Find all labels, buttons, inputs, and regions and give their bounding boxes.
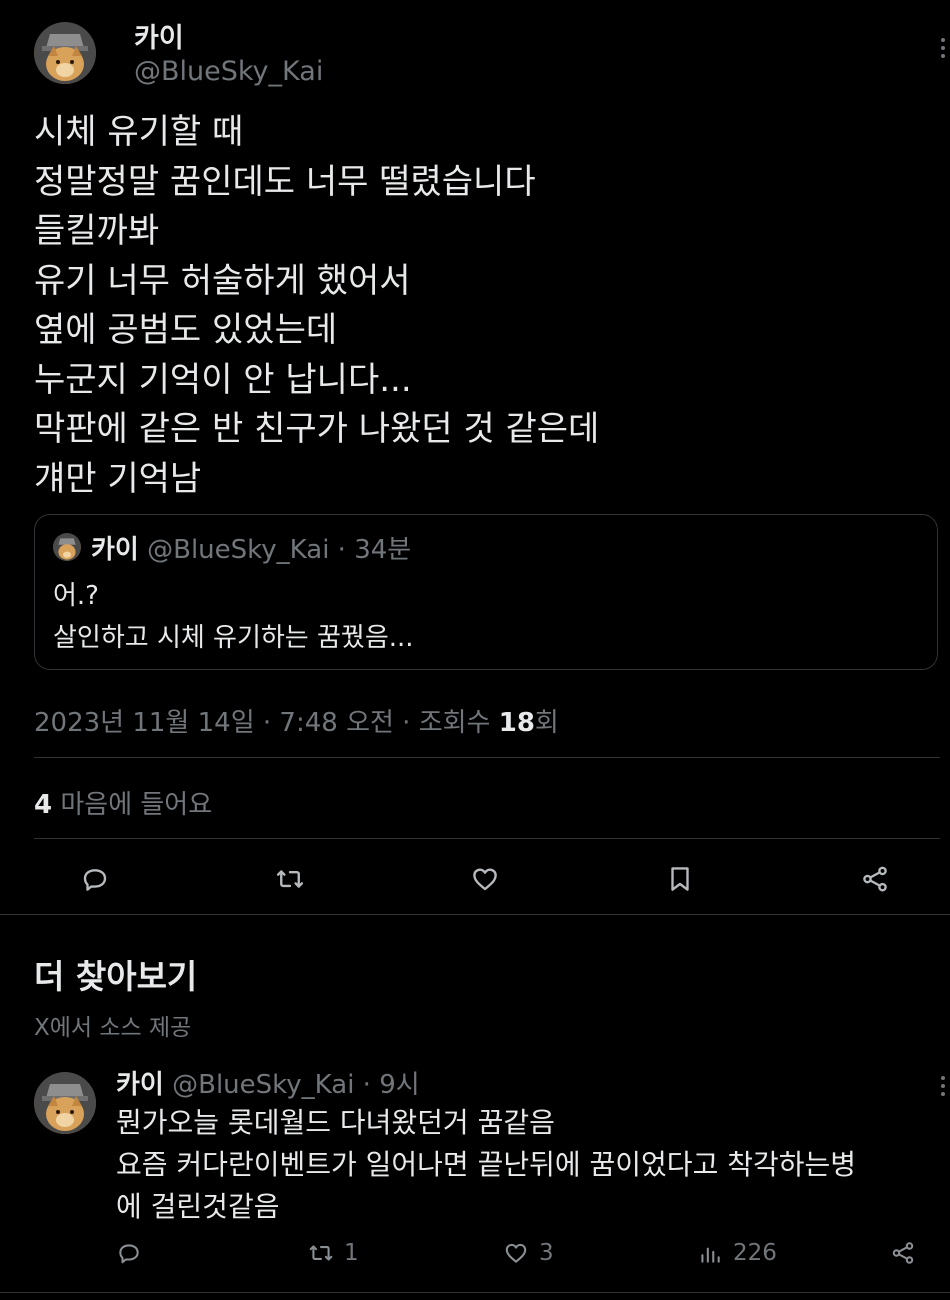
quote-text: 어.? 살인하고 시체 유기하는 꿈꿨음... bbox=[53, 575, 414, 659]
tweet-detail-page: 카이 @BlueSky_Kai 시체 유기할 때 정말정말 꿈인데도 너무 떨렸… bbox=[0, 0, 950, 1300]
tweet-text-line: 들킬까봐 bbox=[34, 211, 160, 251]
view-count: 226 bbox=[733, 1240, 777, 1266]
heart-icon[interactable] bbox=[468, 862, 502, 896]
tweet-text-line: 옆에 공범도 있었는데 bbox=[34, 310, 338, 350]
quote-header: 카이 @BlueSky_Kai · 34분 bbox=[91, 529, 411, 566]
quote-text-line: 살인하고 시체 유기하는 꿈꿨음... bbox=[53, 623, 414, 653]
recommended-meta: @BlueSky_Kai · 9시 bbox=[163, 1070, 420, 1100]
tweet-text-line: 누군지 기억이 안 납니다... bbox=[34, 359, 412, 400]
likes-count: 4 bbox=[34, 790, 53, 820]
divider bbox=[34, 838, 940, 839]
like-count: 3 bbox=[539, 1240, 554, 1266]
recommended-tweet-text: 뭔가오늘 롯데월드 다녀왔던거 꿈같음 요즘 커다란이벤트가 일어나면 끝난뒤에… bbox=[116, 1102, 946, 1228]
share-button[interactable] bbox=[890, 1240, 916, 1266]
share-icon[interactable] bbox=[858, 862, 892, 896]
tweet-text: 시체 유기할 때 정말정말 꿈인데도 너무 떨렸습니다 들킬까봐 유기 너무 허… bbox=[34, 108, 934, 504]
quote-text-line: 어.? bbox=[53, 581, 99, 611]
bookmark-icon[interactable] bbox=[663, 862, 697, 896]
view-count: 18 bbox=[498, 708, 535, 738]
quoted-tweet[interactable]: 카이 @BlueSky_Kai · 34분 어.? 살인하고 시체 유기하는 꿈… bbox=[34, 514, 938, 670]
like-button[interactable]: 3 bbox=[503, 1240, 554, 1266]
heart-icon bbox=[505, 1243, 527, 1263]
section-separator bbox=[0, 914, 950, 915]
quote-avatar bbox=[53, 533, 81, 561]
recommended-tweet-header[interactable]: 카이 @BlueSky_Kai · 9시 bbox=[116, 1064, 420, 1101]
tweet-text-line: 시체 유기할 때 bbox=[34, 112, 244, 152]
more-icon[interactable] bbox=[940, 1076, 946, 1096]
discover-more-title: 더 찾아보기 bbox=[34, 957, 198, 996]
tweet-action-bar bbox=[0, 852, 950, 904]
reply-button[interactable] bbox=[116, 1240, 142, 1266]
likes-label: 마음에 들어요 bbox=[52, 790, 213, 820]
recommended-author-name: 카이 bbox=[116, 1070, 164, 1100]
retweet-button[interactable]: 1 bbox=[308, 1240, 359, 1266]
views-button[interactable]: 226 bbox=[697, 1240, 777, 1266]
author-handle[interactable]: @BlueSky_Kai bbox=[134, 56, 323, 87]
retweet-count: 1 bbox=[344, 1240, 359, 1266]
reply-icon bbox=[119, 1244, 139, 1264]
reply-icon[interactable] bbox=[78, 862, 112, 896]
recommended-action-bar: 1 3 226 bbox=[0, 1236, 950, 1276]
tweet-text-line: 유기 너무 허술하게 했어서 bbox=[34, 260, 411, 301]
more-icon[interactable] bbox=[940, 38, 946, 58]
views-icon bbox=[701, 1247, 720, 1263]
quote-author-name: 카이 bbox=[91, 535, 139, 565]
divider bbox=[34, 757, 940, 758]
timestamp-text: 2023년 11월 14일 · 7:48 오전 · 조회수 bbox=[34, 708, 499, 738]
recommended-text-line: 뭔가오늘 롯데월드 다녀왔던거 꿈같음 bbox=[116, 1106, 555, 1139]
discover-more-subtitle: X에서 소스 제공 bbox=[34, 1015, 192, 1041]
tweet-timestamp[interactable]: 2023년 11월 14일 · 7:48 오전 · 조회수 18회 bbox=[34, 702, 559, 739]
retweet-icon[interactable] bbox=[273, 862, 307, 896]
tweet-text-line: 정말정말 꿈인데도 너무 떨렸습니다 bbox=[34, 161, 536, 202]
reply-author-avatar[interactable] bbox=[34, 1072, 96, 1134]
author-name[interactable]: 카이 bbox=[134, 16, 184, 55]
recommended-text-line: 에 걸린것같음 bbox=[116, 1190, 280, 1223]
share-icon bbox=[892, 1242, 914, 1264]
divider bbox=[0, 1292, 950, 1293]
author-avatar[interactable] bbox=[34, 22, 96, 84]
tweet-text-line: 막판에 같은 반 친구가 나왔던 것 같은데 bbox=[34, 409, 600, 449]
recommended-text-line: 요즘 커다란이벤트가 일어나면 끝난뒤에 꿈이었다고 착각하는병 bbox=[116, 1148, 857, 1181]
quote-meta: @BlueSky_Kai · 34분 bbox=[147, 535, 412, 565]
likes-summary[interactable]: 4 마음에 들어요 bbox=[34, 784, 212, 821]
view-suffix: 회 bbox=[534, 708, 559, 738]
retweet-icon bbox=[309, 1245, 333, 1261]
tweet-text-line: 걔만 기억남 bbox=[34, 458, 202, 499]
